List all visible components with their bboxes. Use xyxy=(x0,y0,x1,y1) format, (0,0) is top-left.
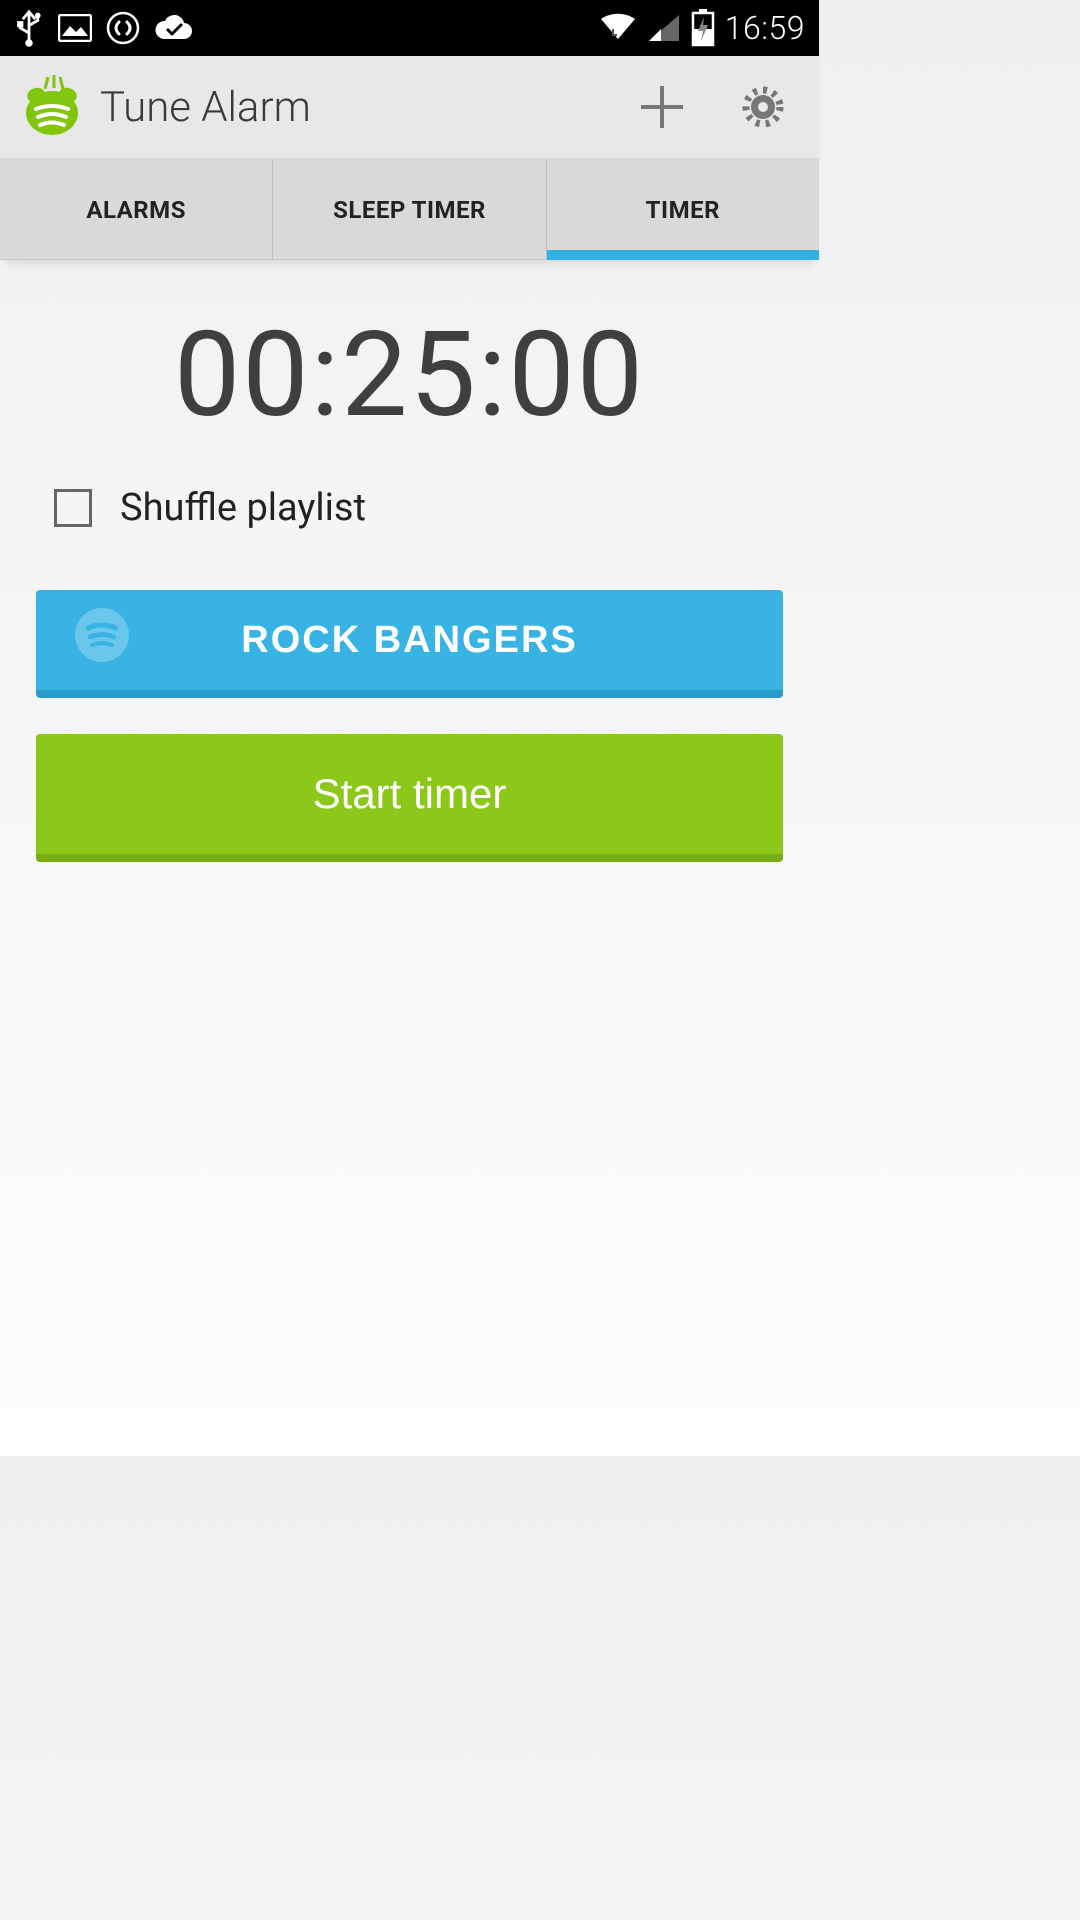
shazam-icon xyxy=(106,11,140,45)
cell-signal-icon xyxy=(647,13,681,43)
playlist-button[interactable]: ROCK BANGERS xyxy=(36,590,783,698)
status-time: 16:59 xyxy=(725,9,805,47)
add-button[interactable] xyxy=(635,80,689,134)
app-bar: Tune Alarm xyxy=(0,56,819,160)
timer-display[interactable]: 00:25:00 xyxy=(36,306,783,444)
spotify-icon xyxy=(74,607,130,673)
wifi-icon xyxy=(599,13,637,43)
tab-bar: ALARMS SLEEP TIMER TIMER xyxy=(0,160,819,260)
settings-button[interactable] xyxy=(739,83,787,131)
app-title: Tune Alarm xyxy=(100,83,311,132)
usb-icon xyxy=(14,8,44,48)
shuffle-row[interactable]: Shuffle playlist xyxy=(36,486,783,530)
cloud-check-icon xyxy=(154,13,194,43)
image-icon xyxy=(58,14,92,42)
tab-timer[interactable]: TIMER xyxy=(546,160,819,259)
playlist-name: ROCK BANGERS xyxy=(241,619,577,662)
shuffle-checkbox[interactable] xyxy=(54,489,92,527)
tab-alarms[interactable]: ALARMS xyxy=(0,160,272,259)
plus-icon xyxy=(635,80,689,134)
start-timer-button[interactable]: Start timer xyxy=(36,734,783,862)
tab-label: TIMER xyxy=(646,196,720,224)
status-bar: 16:59 xyxy=(0,0,819,56)
shuffle-label: Shuffle playlist xyxy=(120,486,366,530)
timer-panel: 00:25:00 Shuffle playlist ROCK BANGERS S… xyxy=(0,260,819,862)
start-timer-label: Start timer xyxy=(313,770,507,818)
tab-label: ALARMS xyxy=(86,196,186,224)
tab-sleep-timer[interactable]: SLEEP TIMER xyxy=(272,160,545,259)
battery-charging-icon xyxy=(691,9,715,47)
gear-icon xyxy=(739,83,787,131)
app-logo-icon xyxy=(18,73,86,141)
tab-label: SLEEP TIMER xyxy=(333,196,486,224)
